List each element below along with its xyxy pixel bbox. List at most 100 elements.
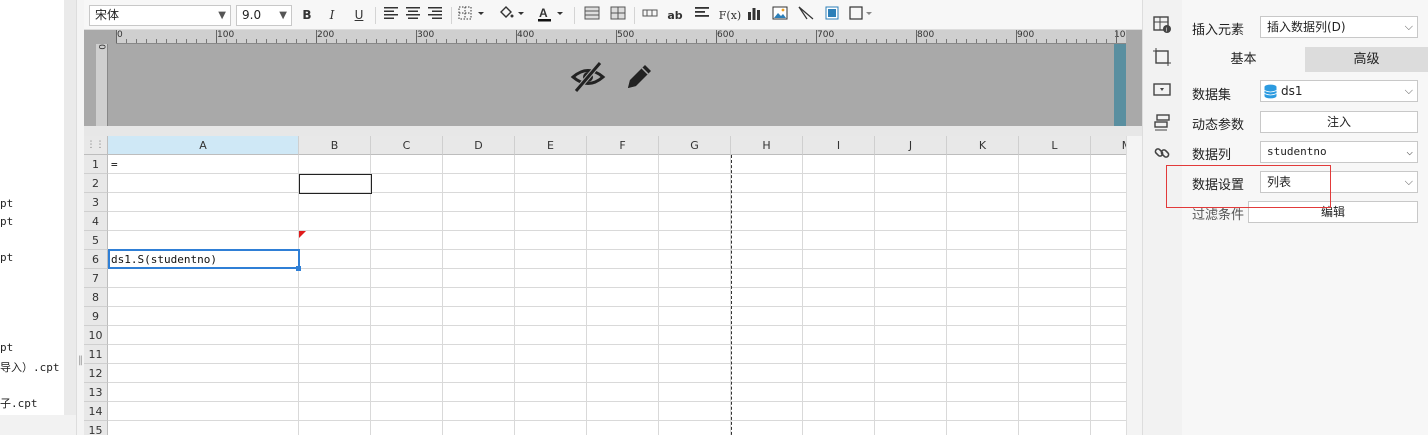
chart-button[interactable]	[744, 6, 764, 25]
condition-attribute-icon[interactable]	[1152, 112, 1172, 132]
row-header-1[interactable]: 1	[84, 155, 108, 174]
insert-element-select[interactable]: 插入数据列(D) ⌵	[1260, 16, 1418, 38]
slash-button[interactable]	[796, 6, 816, 25]
file-tree-hscrollbar[interactable]	[0, 415, 76, 435]
font-color-icon: A	[538, 6, 563, 22]
data-column-select[interactable]: studentno ⌵	[1260, 141, 1418, 163]
sheet-vertical-scrollbar[interactable]	[1126, 136, 1142, 435]
paragraph-button[interactable]	[692, 6, 712, 25]
column-header-c[interactable]: C	[371, 136, 443, 155]
ruler-tick	[486, 39, 487, 43]
row-header-10[interactable]: 10	[84, 326, 108, 345]
frame-icon[interactable]	[1152, 47, 1172, 67]
file-item[interactable]: pt	[0, 197, 13, 210]
image-button[interactable]	[770, 6, 790, 25]
column-header-k[interactable]: K	[947, 136, 1019, 155]
row-header-8[interactable]: 8	[84, 288, 108, 307]
column-header-j[interactable]: J	[875, 136, 947, 155]
tab-basic[interactable]: 基本	[1182, 47, 1305, 72]
chevron-down-icon: ⌵	[1404, 20, 1413, 33]
inject-params-button[interactable]: 注入	[1260, 111, 1418, 133]
italic-button[interactable]: I	[322, 6, 342, 25]
grid-row-line	[108, 211, 1126, 212]
row-header-3[interactable]: 3	[84, 193, 108, 212]
column-header-i[interactable]: I	[803, 136, 875, 155]
grid-row-line	[108, 306, 1126, 307]
merge-cells-icon	[584, 6, 600, 20]
column-header-l[interactable]: L	[1019, 136, 1091, 155]
vertical-ruler	[96, 44, 108, 126]
ruler-tick	[996, 39, 997, 43]
ruler-tick	[906, 39, 907, 43]
font-size-select[interactable]: 9.0 ▼	[236, 5, 292, 26]
border-style-button[interactable]	[848, 6, 876, 25]
underline-button[interactable]: U	[349, 6, 369, 25]
hyperlink-icon[interactable]	[1152, 143, 1172, 163]
fill-color-button[interactable]	[497, 6, 529, 25]
report-header-canvas[interactable]	[84, 30, 1142, 126]
ruler-tick	[886, 39, 887, 43]
grid-column-line	[874, 155, 875, 435]
align-right-button[interactable]	[425, 6, 445, 25]
merge-cells-button[interactable]	[582, 6, 602, 25]
eye-slash-icon[interactable]	[570, 60, 606, 94]
column-header-e[interactable]: E	[515, 136, 587, 155]
border-icon	[458, 6, 484, 20]
widget-icon[interactable]	[1152, 80, 1172, 100]
row-header-2[interactable]: 2	[84, 174, 108, 193]
row-header-7[interactable]: 7	[84, 269, 108, 288]
image-icon	[772, 6, 788, 20]
insert-row-button[interactable]	[640, 6, 660, 25]
ruler-tick	[646, 39, 647, 43]
column-header-a[interactable]: A	[108, 136, 299, 155]
cell-b2-border[interactable]	[299, 174, 372, 194]
file-item[interactable]: pt	[0, 341, 13, 354]
ruler-tick	[816, 30, 817, 43]
column-header-m[interactable]: M	[1091, 136, 1126, 155]
dataset-select[interactable]: ds1 ⌵	[1260, 80, 1418, 102]
file-item[interactable]: pt	[0, 215, 13, 228]
font-color-button[interactable]: A	[536, 6, 568, 25]
text-button[interactable]: ab	[665, 6, 685, 25]
panel-splitter[interactable]	[76, 0, 84, 435]
font-family-select[interactable]: 宋体 ▼	[89, 5, 231, 26]
pencil-icon[interactable]	[622, 60, 656, 94]
row-header-4[interactable]: 4	[84, 212, 108, 231]
fill-handle[interactable]	[296, 266, 301, 271]
file-tree-scrollbar[interactable]	[64, 0, 76, 415]
row-header-5[interactable]: 5	[84, 231, 108, 250]
ruler-tick	[266, 39, 267, 43]
row-header-12[interactable]: 12	[84, 364, 108, 383]
ruler-tick	[146, 39, 147, 43]
column-header-g[interactable]: G	[659, 136, 731, 155]
split-cells-button[interactable]	[608, 6, 628, 25]
formula-button[interactable]: F(x)	[717, 6, 743, 25]
row-header-15[interactable]: 15	[84, 421, 108, 435]
column-header-f[interactable]: F	[587, 136, 659, 155]
file-item[interactable]: 导入）.cpt	[0, 359, 60, 375]
column-header-d[interactable]: D	[443, 136, 515, 155]
file-item[interactable]: 子.cpt	[0, 395, 38, 411]
border-button[interactable]	[457, 6, 489, 25]
ruler-tick	[876, 39, 877, 43]
select-all-corner[interactable]: ⋮⋮	[84, 136, 108, 155]
row-header-11[interactable]: 11	[84, 345, 108, 364]
sub-report-button[interactable]	[822, 6, 842, 25]
ruler-tick	[346, 39, 347, 43]
row-header-13[interactable]: 13	[84, 383, 108, 402]
row-header-9[interactable]: 9	[84, 307, 108, 326]
splitter-grip-icon[interactable]: ‖	[78, 355, 83, 366]
bold-button[interactable]: B	[297, 6, 317, 25]
cell-attribute-icon[interactable]: i	[1152, 14, 1172, 34]
file-item[interactable]: pt	[0, 251, 13, 264]
tab-advanced[interactable]: 高级	[1305, 47, 1428, 72]
column-header-b[interactable]: B	[299, 136, 371, 155]
row-header-14[interactable]: 14	[84, 402, 108, 421]
grid-row-line	[108, 287, 1126, 288]
align-left-button[interactable]	[381, 6, 401, 25]
dataset-value: ds1	[1281, 84, 1303, 98]
spreadsheet-grid[interactable]: ⋮⋮ ABCDEFGHIJKLM 123456789101112131415 =…	[84, 136, 1126, 435]
row-header-6[interactable]: 6	[84, 250, 108, 269]
column-header-h[interactable]: H	[731, 136, 803, 155]
align-center-button[interactable]	[403, 6, 423, 25]
